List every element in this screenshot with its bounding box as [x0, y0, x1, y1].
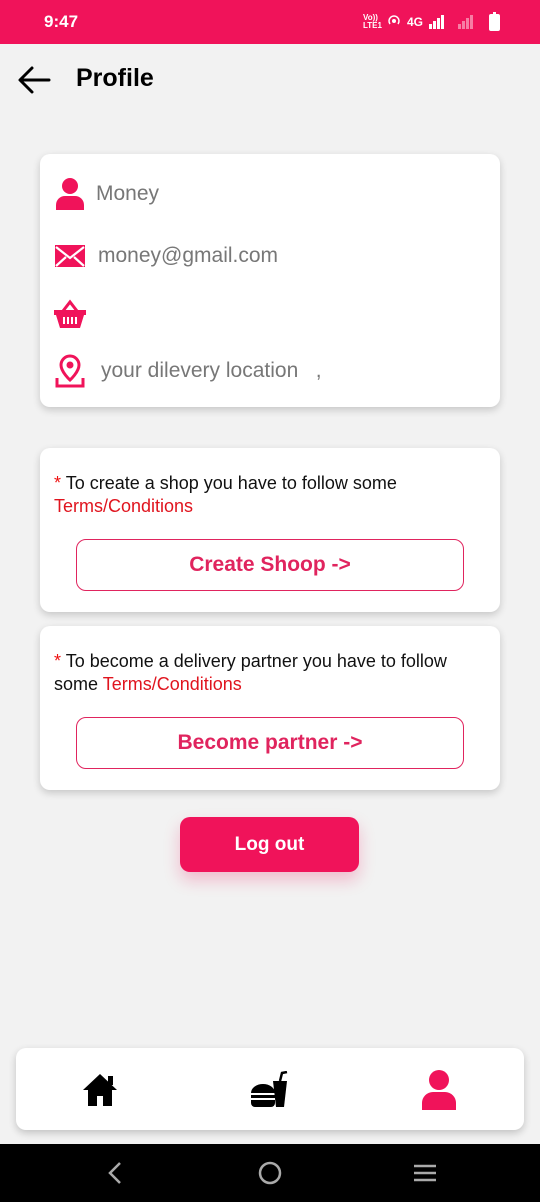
mail-icon	[52, 238, 88, 274]
create-shop-button[interactable]: Create Shoop ->	[76, 539, 464, 591]
shop-notice-text: To create a shop you have to follow some	[65, 473, 397, 493]
required-star: *	[54, 473, 62, 493]
basket-icon	[52, 296, 88, 332]
chevron-left-icon	[108, 1162, 121, 1184]
become-partner-button[interactable]: Become partner ->	[76, 717, 464, 769]
location-row: your dilevery location ,	[52, 353, 322, 389]
nav-food[interactable]	[247, 1068, 291, 1112]
profile-info-card: Money money@gmail.com your dilevery loca…	[40, 154, 500, 407]
system-menu-button[interactable]	[410, 1158, 440, 1188]
status-bar: 9:47 Vo)) LTE1 4G	[0, 0, 540, 44]
person-icon	[52, 176, 88, 212]
circle-icon	[258, 1161, 282, 1185]
email-row: money@gmail.com	[52, 238, 278, 274]
become-partner-card: * To become a delivery partner you have …	[40, 626, 500, 790]
create-shop-card: * To create a shop you have to follow so…	[40, 448, 500, 612]
network-type: 4G	[406, 15, 423, 29]
menu-icon	[414, 1164, 436, 1182]
name-row: Money	[52, 176, 159, 212]
profile-icon	[422, 1070, 456, 1110]
system-nav-bar	[0, 1144, 540, 1202]
hotspot-icon	[387, 14, 401, 31]
shop-notice: * To create a shop you have to follow so…	[54, 472, 488, 518]
food-icon	[251, 1071, 288, 1107]
bottom-nav	[16, 1048, 524, 1130]
signal-icon	[429, 15, 444, 29]
profile-location[interactable]: your dilevery location ,	[101, 359, 322, 383]
page-title: Profile	[76, 64, 154, 92]
profile-email: money@gmail.com	[98, 244, 279, 267]
required-star: *	[54, 651, 62, 671]
location-pin-icon	[52, 353, 88, 389]
status-icons: Vo)) LTE1 4G	[362, 11, 500, 31]
arrow-left-icon	[18, 66, 51, 94]
profile-name: Money	[96, 182, 160, 205]
system-home-button[interactable]	[255, 1158, 285, 1188]
app-bar: Profile	[0, 44, 540, 116]
partner-notice: * To become a delivery partner you have …	[54, 650, 488, 696]
nav-home[interactable]	[78, 1068, 122, 1112]
battery-icon	[489, 11, 500, 31]
volte-indicator: Vo)) LTE1	[362, 13, 382, 30]
system-back-button[interactable]	[100, 1158, 130, 1188]
back-button[interactable]	[14, 62, 54, 98]
nav-profile[interactable]	[417, 1068, 461, 1112]
shop-terms-link[interactable]: Terms/Conditions	[54, 496, 193, 516]
logout-button[interactable]: Log out	[180, 817, 359, 872]
shop-row	[52, 296, 96, 332]
status-time: 9:47	[44, 12, 79, 31]
partner-terms-link[interactable]: Terms/Conditions	[103, 674, 242, 694]
home-icon	[83, 1074, 117, 1106]
signal-sim2-icon	[458, 15, 473, 29]
